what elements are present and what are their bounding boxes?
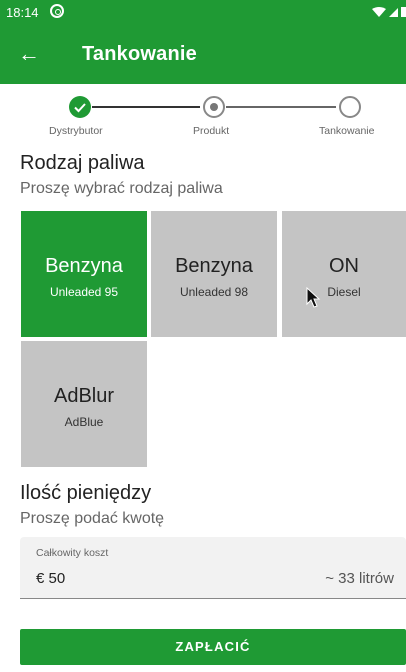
fuel-option-on-diesel[interactable]: ON Diesel — [282, 211, 406, 337]
fuel-option-sub: AdBlue — [64, 415, 104, 429]
fuel-option-name: ON — [329, 255, 359, 277]
status-time: 18:14 — [6, 5, 39, 20]
step-connector — [92, 106, 200, 108]
money-section-subtitle: Proszę podać kwotę — [20, 510, 165, 527]
total-cost-label: Całkowity koszt — [36, 547, 109, 559]
wifi-signal-battery-icons — [372, 7, 406, 17]
sync-icon — [50, 4, 64, 18]
fuel-section-title: Rodzaj paliwa — [20, 152, 145, 174]
fuel-option-name: Benzyna — [175, 255, 253, 277]
step-label-produkt: Produkt — [193, 125, 230, 137]
total-cost-field[interactable]: Całkowity koszt € 50 ~ 33 litrów — [20, 537, 406, 599]
fuel-option-sub: Unleaded 98 — [179, 285, 249, 299]
status-bar: 18:14 — [0, 0, 406, 24]
progress-stepper: Dystrybutor Produkt Tankowanie — [0, 94, 406, 144]
step-done-check-icon — [69, 96, 91, 118]
fuel-section-subtitle: Proszę wybrać rodzaj paliwa — [20, 180, 223, 197]
step-pending-icon — [339, 96, 361, 118]
step-current-icon — [203, 96, 225, 118]
step-connector — [226, 106, 336, 108]
fuel-option-sub: Diesel — [327, 285, 361, 299]
fuel-option-benzyna-95[interactable]: Benzyna Unleaded 95 — [21, 211, 147, 337]
mouse-cursor-icon — [306, 287, 321, 308]
step-label-dystrybutor: Dystrybutor — [49, 125, 103, 137]
step-label-tankowanie: Tankowanie — [319, 125, 375, 137]
money-section-title: Ilość pieniędzy — [20, 482, 152, 504]
fuel-option-adblue[interactable]: AdBlur AdBlue — [21, 341, 147, 467]
total-cost-value[interactable]: € 50 — [36, 570, 65, 587]
arrow-back-icon[interactable]: ← — [18, 40, 46, 68]
page-title: Tankowanie — [82, 43, 197, 65]
fuel-option-name: AdBlur — [53, 385, 115, 407]
app-bar: ← Tankowanie — [0, 24, 406, 84]
pay-button[interactable]: ZAPŁACIĆ — [20, 629, 406, 665]
fuel-option-sub: Unleaded 95 — [49, 285, 119, 299]
liters-estimate: ~ 33 litrów — [325, 570, 394, 587]
fuel-option-benzyna-98[interactable]: Benzyna Unleaded 98 — [151, 211, 277, 337]
fuel-option-name: Benzyna — [45, 255, 123, 277]
